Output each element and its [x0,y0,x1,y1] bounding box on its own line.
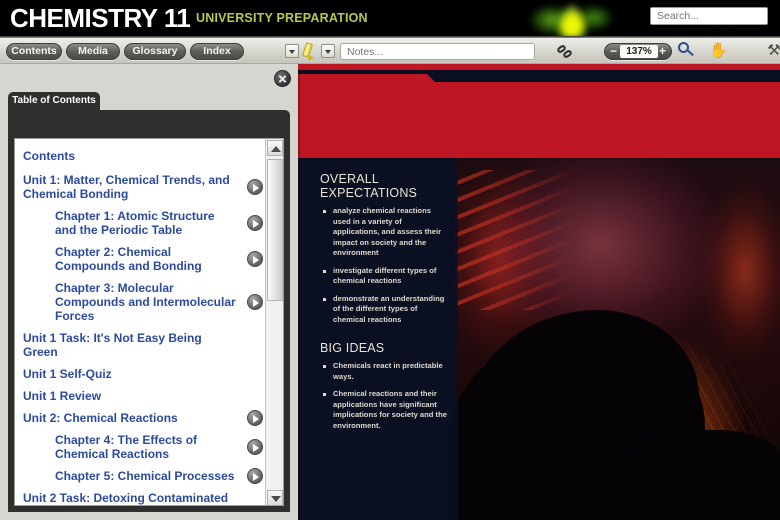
highlighter-pencil-icon[interactable] [300,41,316,63]
toc-go-button[interactable] [247,468,263,484]
zoom-in-button[interactable]: + [656,45,669,57]
toc-item[interactable]: Unit 2: Chemical Reactions [15,407,267,429]
toc-item-label: Chapter 2: Chemical Compounds and Bondin… [55,245,202,273]
scroll-up-icon[interactable] [267,140,283,156]
toc-go-button[interactable] [247,294,263,310]
app-header: CHEMISTRY 11 UNIVERSITY PREPARATION [0,0,780,38]
toc-item[interactable]: Unit 1 Review [15,385,267,407]
toc-item[interactable]: Unit 1 Task: It's Not Easy Being Green [15,327,267,363]
toc-item-label: Unit 2 Task: Detoxing Contaminated [23,491,229,505]
foundry-photo [445,150,780,520]
book-subtitle: UNIVERSITY PREPARATION [196,11,368,25]
book-title: CHEMISTRY 11 [10,3,191,33]
zoom-out-button[interactable]: − [607,45,620,57]
toc-heading: Contents [23,149,75,163]
toc-item[interactable]: Chapter 3: Molecular Compounds and Inter… [15,277,267,327]
ebook-reader-window: CHEMISTRY 11 UNIVERSITY PREPARATION Cont… [0,0,780,520]
main-toolbar: Contents Media Glossary Index − 137% + ✋… [0,38,780,64]
toc-list-container: Contents Unit 1: Matter, Chemical Trends… [14,138,284,506]
toc-item[interactable]: Chapter 4: The Effects of Chemical React… [15,429,267,465]
search-input[interactable] [650,7,768,25]
big-ideas-list: Chemicals react in predictable ways. Chem… [320,361,450,431]
toc-item-label: Unit 1 Task: It's Not Easy Being Green [23,331,202,359]
toc-item-label: Unit 1 Review [23,389,102,403]
toc-item-label: Chapter 1: Atomic Structure and the Peri… [55,209,215,237]
scrollbar-thumb[interactable] [267,159,283,301]
table-of-contents-panel: Contents Unit 1: Matter, Chemical Trends… [8,110,290,512]
zoom-level-value[interactable]: 137% [620,45,658,58]
big-idea-item: Chemical reactions and their application… [320,389,450,431]
toc-scrollbar[interactable] [265,139,283,505]
overall-expectations-list: analyze chemical reactions used in a var… [320,206,450,325]
toc-item-label: Chapter 3: Molecular Compounds and Inter… [55,281,236,323]
toc-item[interactable]: Unit 1: Matter, Chemical Trends, and Che… [15,169,267,205]
toc-item[interactable]: Chapter 5: Chemical Processes [15,465,267,487]
highlighter-dropdown-icon[interactable] [285,44,299,58]
zoom-control: − 137% + [604,43,672,60]
content-page: OVERALL EXPECTATIONS analyze chemical re… [298,70,780,520]
overall-expectation-item: demonstrate an understanding of the diff… [320,294,450,326]
expectations-panel: OVERALL EXPECTATIONS analyze chemical re… [298,150,458,520]
big-idea-item: Chemicals react in predictable ways. [320,361,450,382]
toc-item[interactable]: Chapter 2: Chemical Compounds and Bondin… [15,241,267,277]
toc-go-button[interactable] [247,179,263,195]
toc-item-label: Chapter 4: The Effects of Chemical React… [55,433,198,461]
toc-item-label: Chapter 5: Chemical Processes [55,469,235,483]
toc-list: Contents Unit 1: Matter, Chemical Trends… [15,139,267,505]
table-of-contents-tab[interactable]: Table of Contents [8,92,100,110]
toc-item-label: Unit 1: Matter, Chemical Trends, and Che… [23,173,230,201]
toc-go-button[interactable] [247,439,263,455]
index-button[interactable]: Index [190,43,244,60]
big-ideas-heading: BIG IDEAS [320,341,385,355]
hand-tool-icon[interactable]: ✋ [709,42,728,60]
toc-item[interactable]: Unit 2 Task: Detoxing Contaminated [15,487,267,505]
media-button[interactable]: Media [66,43,120,60]
chain-link-icon[interactable] [556,43,575,61]
contents-button[interactable]: Contents [6,43,62,60]
toc-item[interactable]: Chapter 1: Atomic Structure and the Peri… [15,205,267,241]
toc-item-label: Unit 2: Chemical Reactions [23,411,178,425]
notes-input[interactable] [340,43,535,60]
close-icon[interactable] [274,70,291,87]
magnifier-icon[interactable] [678,42,696,60]
overall-expectations-heading: OVERALL EXPECTATIONS [320,172,418,200]
glossary-button[interactable]: Glossary [124,43,186,60]
overall-expectation-item: investigate different types of chemical … [320,266,450,287]
green-flame-icon [520,0,620,38]
unit-banner-notch [298,70,780,82]
toc-go-button[interactable] [247,215,263,231]
scroll-down-icon[interactable] [267,490,283,505]
toc-item-label: Unit 1 Self-Quiz [23,367,112,381]
toc-go-button[interactable] [247,251,263,267]
toc-item[interactable]: Unit 1 Self-Quiz [15,363,267,385]
overall-expectation-item: analyze chemical reactions used in a var… [320,206,450,259]
tools-icon[interactable]: ⚒ [766,41,780,61]
toc-go-button[interactable] [247,410,263,426]
notes-dropdown-icon[interactable] [321,44,335,58]
